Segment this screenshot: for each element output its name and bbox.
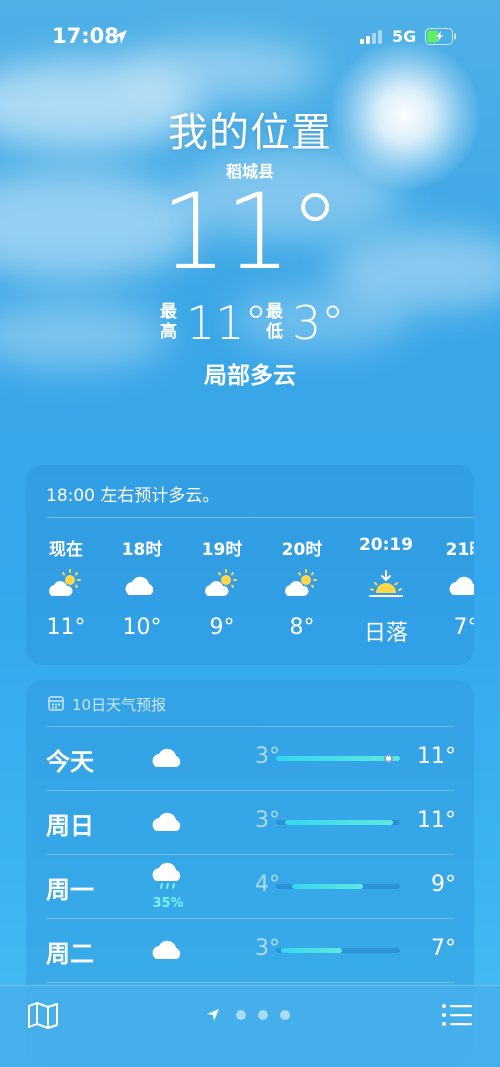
bottom-toolbar: [0, 985, 500, 1067]
low-temp: 3°: [255, 744, 280, 769]
hour-item: 19时 9°: [187, 535, 257, 640]
high-value: 11°: [186, 296, 268, 350]
low-temp: 3°: [255, 808, 280, 833]
day-row[interactable]: 周日 3° 11°: [26, 790, 474, 854]
page-dot[interactable]: [236, 1010, 246, 1020]
day-label: 周二: [46, 940, 94, 968]
high-temp: 7°: [431, 936, 456, 961]
hour-item: 20:19 日落: [351, 535, 421, 647]
low-temp: 4°: [255, 872, 280, 897]
cloud-icon: [152, 748, 181, 767]
day-label: 周一: [46, 876, 94, 904]
high-temp: 11°: [417, 808, 456, 833]
hour-temp: 9°: [209, 615, 235, 640]
page-dot[interactable]: [280, 1010, 290, 1020]
row-divider: [46, 982, 454, 983]
location-arrow-icon: [113, 30, 127, 44]
hourly-forecast-card[interactable]: 18:00 左右预计多云。 现在 11° 18时 10° 19时 9° 20时 …: [26, 465, 474, 665]
temp-range-bar: [276, 948, 400, 953]
sunset-icon: [369, 570, 403, 597]
temp-range-bar: [276, 884, 400, 889]
row-divider: [46, 790, 454, 791]
condition-text: 局部多云: [204, 363, 296, 389]
hour-time: 18时: [121, 540, 163, 560]
temp-range-fill: [292, 884, 363, 889]
hour-item: 21时 7°: [431, 535, 474, 640]
cloud-icon: [152, 812, 181, 831]
current-temperature: 11°: [160, 171, 341, 293]
precipitation-chance: 35%: [152, 896, 184, 911]
hour-temp: 7°: [453, 615, 475, 640]
divider: [46, 517, 474, 518]
ten-day-title: 10日天气预报: [72, 696, 167, 714]
hour-temp: 日落: [363, 621, 408, 646]
rain-icon: [152, 862, 181, 889]
row-divider: [46, 854, 454, 855]
calendar-icon: [48, 696, 64, 711]
status-time: 17:08: [52, 24, 119, 48]
day-label: 今天: [46, 748, 94, 776]
high-label: 最高: [160, 302, 177, 342]
low-temp: 3°: [255, 936, 280, 961]
cloud-icon: [125, 576, 154, 595]
hour-item: 20时 8°: [267, 535, 337, 640]
day-label: 周日: [46, 812, 94, 840]
temp-range-fill: [284, 820, 393, 825]
row-divider: [46, 918, 454, 919]
hour-time: 21时: [445, 540, 474, 560]
status-bar: 17:08 5G: [0, 24, 500, 54]
low-label: 最低: [266, 302, 283, 342]
hour-temp: 8°: [289, 615, 315, 640]
high-temp: 11°: [417, 744, 456, 769]
location-title: 我的位置: [168, 110, 332, 156]
hour-time: 20时: [281, 540, 323, 560]
map-icon[interactable]: [26, 1000, 60, 1030]
hour-time: 19时: [201, 540, 243, 560]
hour-item: 现在 11°: [31, 535, 101, 640]
hour-temp: 11°: [46, 615, 86, 640]
high-low-temps: 最高 11° 最低 3°: [0, 298, 500, 348]
hour-time: 现在: [49, 540, 83, 560]
day-row[interactable]: 今天 3° 11°: [26, 726, 474, 790]
hour-temp: 10°: [122, 615, 162, 640]
temp-range-bar: [276, 820, 400, 825]
partly-cloudy-icon: [285, 569, 317, 596]
network-type: 5G: [392, 27, 417, 46]
temp-range-fill: [276, 756, 400, 761]
partly-cloudy-icon: [49, 569, 81, 596]
battery-icon: [425, 28, 456, 45]
location-header: 我的位置 稻城县: [0, 100, 500, 182]
temp-range-bar: [276, 754, 400, 763]
location-arrow-icon: [207, 1009, 219, 1021]
partly-cloudy-icon: [205, 569, 237, 596]
hourly-list[interactable]: 现在 11° 18时 10° 19时 9° 20时 8° 20:19 日落 21…: [26, 535, 474, 655]
cloud-icon: [152, 940, 181, 959]
list-icon[interactable]: [440, 1001, 474, 1029]
hour-time: 20:19: [358, 535, 414, 555]
hourly-summary: 18:00 左右预计多云。: [46, 486, 220, 506]
current-temp-marker: [383, 754, 393, 763]
row-divider: [46, 726, 454, 727]
day-row[interactable]: 周一 35% 4° 9°: [26, 854, 474, 918]
hour-item: 18时 10°: [107, 535, 177, 640]
cloud-icon: [449, 576, 474, 595]
page-indicator[interactable]: [205, 1006, 305, 1026]
day-row[interactable]: 周二 3° 7°: [26, 918, 474, 982]
page-dot[interactable]: [258, 1010, 268, 1020]
temp-range-fill: [280, 948, 342, 953]
low-value: 3°: [292, 296, 345, 350]
signal-icon: [360, 30, 382, 44]
high-temp: 9°: [431, 872, 456, 897]
